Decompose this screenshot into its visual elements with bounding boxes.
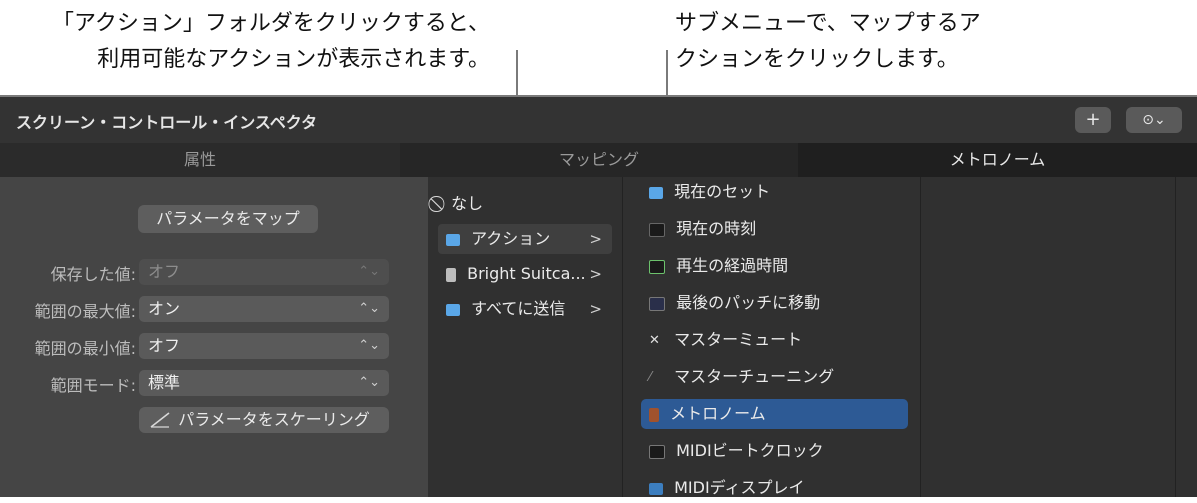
list-item-label: 最後のパッチに移動 [676,293,821,312]
callout-right-line2: クションをクリックします。 [675,47,959,72]
saved-value-select[interactable]: オフ ⌃⌄ [139,259,389,285]
chevron-updown-icon: ⌃⌄ [358,338,380,353]
elapsed-icon [649,259,665,274]
chevron-right-icon: > [589,300,602,318]
title-bar: スクリーン・コントロール・インスペクタ + ⊙⌄ [0,97,1197,143]
range-mode-select[interactable]: 標準 ⌃⌄ [139,370,389,396]
scaling-slash-icon [150,412,170,428]
instrument-icon [446,267,456,282]
range-mode-label: 範囲モード: [50,376,136,395]
list-item-label: Bright Suitca... [467,264,586,283]
browser-column-3 [920,177,1176,497]
range-max-select[interactable]: オン ⌃⌄ [139,296,389,322]
map-parameter-button[interactable]: パラメータをマップ [138,205,318,233]
list-item-send-to-all[interactable]: すべてに送信 > [446,294,612,324]
patch-icon [649,296,665,311]
folder-icon [649,186,663,199]
range-mode-text: 標準 [148,373,181,392]
mute-icon: ✕ [649,332,660,348]
list-item-bright-suitcase[interactable]: Bright Suitca... > [446,259,612,289]
tab-attributes[interactable]: 属性 [0,143,400,177]
scale-parameter-label: パラメータをスケーリング [178,410,370,429]
saved-value-text: オフ [148,262,181,281]
tab-metronome[interactable]: メトロノーム [798,143,1197,177]
inspector-window: スクリーン・コントロール・インスペクタ + ⊙⌄ 属性 マッピング メトロノーム… [0,95,1197,497]
range-min-select[interactable]: オフ ⌃⌄ [139,333,389,359]
folder-send-icon [446,303,460,316]
list-item-label: すべてに送信 [471,299,566,318]
add-button[interactable]: + [1075,107,1111,133]
chevron-updown-icon: ⌃⌄ [358,264,380,279]
browser-column-1: ⃠ なし アクション > Bright Suitca... > すべてに送信 > [428,177,622,497]
list-item-label: MIDIビートクロック [676,441,824,460]
list-item-metronome[interactable]: メトロノーム [641,399,908,429]
list-item-label: MIDIディスプレイ [674,478,805,497]
callout-left-line2: 利用可能なアクションが表示されます。 [97,47,490,72]
metronome-icon [649,407,659,422]
list-item-label: 現在の時刻 [676,219,757,238]
list-item-label: マスターチューニング [674,367,835,386]
list-item-label: 再生の経過時間 [676,256,789,275]
chevron-updown-icon: ⌃⌄ [358,375,380,390]
folder-icon [446,233,460,246]
list-item-label: 現在のセット [674,182,771,201]
list-item-label: メトロノーム [670,404,766,423]
list-item-midi-beat-clock[interactable]: MIDIビートクロック [649,436,824,466]
saved-value-label: 保存した値: [50,265,136,284]
tab-mapping[interactable]: マッピング [400,143,798,177]
list-item-label: マスターミュート [674,330,803,349]
callout-right: サブメニューで、マップするア クションをクリックします。 [675,6,981,78]
callout-left: 「アクション」フォルダをクリックすると、 利用可能なアクションが表示されます。 [14,6,490,78]
tab-bar: 属性 マッピング メトロノーム [0,143,1197,177]
tuning-icon: ⁄ [649,369,652,385]
range-max-text: オン [148,299,181,318]
list-item-current-time[interactable]: 現在の時刻 [649,214,756,244]
midi-display-icon [649,482,663,495]
list-item-master-mute[interactable]: ✕ マスターミュート [649,325,802,355]
range-min-text: オフ [148,336,181,355]
list-item-last-patch[interactable]: 最後のパッチに移動 [649,288,820,318]
attributes-panel: パラメータをマップ 保存した値: オフ ⌃⌄ 範囲の最大値: オン ⌃⌄ 範囲の… [0,177,428,497]
list-item-label: アクション [471,229,551,248]
list-item-elapsed-time[interactable]: 再生の経過時間 [649,251,788,281]
browser-column-2: 現在のセット 現在の時刻 再生の経過時間 最後のパッチに移動 ✕ マスターミュー… [622,177,921,497]
range-max-label: 範囲の最大値: [34,302,136,321]
chevron-right-icon: > [589,230,602,248]
scale-parameter-button[interactable]: パラメータをスケーリング [139,407,389,433]
list-item-actions[interactable]: アクション > [438,224,612,254]
midi-clock-icon [649,444,665,459]
chevron-updown-icon: ⌃⌄ [358,301,380,316]
clock-icon [649,222,665,237]
chevron-right-icon: > [589,265,602,283]
callout-left-line1: 「アクション」フォルダをクリックすると、 [51,11,490,36]
list-item-master-tuning[interactable]: ⁄ マスターチューニング [649,362,834,392]
list-item-midi-display[interactable]: MIDIディスプレイ [649,473,805,503]
browser-column-4 [1175,177,1197,497]
callout-right-line1: サブメニューで、マップするア [675,11,981,36]
list-item-label: なし [451,194,484,213]
list-item-none[interactable]: ⃠ なし [440,189,612,219]
more-options-button[interactable]: ⊙⌄ [1126,107,1182,133]
list-item-current-set[interactable]: 現在のセット [649,177,770,207]
window-title: スクリーン・コントロール・インスペクタ [16,113,318,132]
range-min-label: 範囲の最小値: [34,339,136,358]
